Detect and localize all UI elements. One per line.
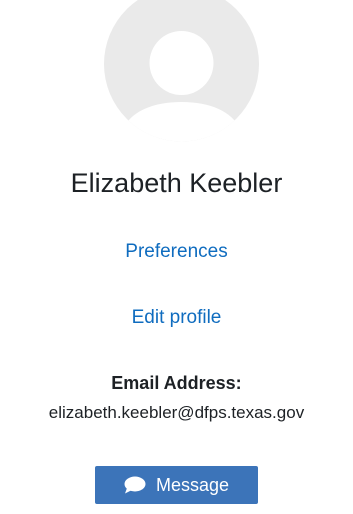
speech-bubble-icon xyxy=(124,476,146,494)
default-user-avatar-icon xyxy=(104,0,259,144)
profile-card: Elizabeth Keebler Preferences Edit profi… xyxy=(0,0,353,514)
email-address-value: elizabeth.keebler@dfps.texas.gov xyxy=(48,403,305,422)
edit-profile-link[interactable]: Edit profile xyxy=(0,306,353,330)
message-button[interactable]: Message xyxy=(95,466,258,504)
profile-full-name: Elizabeth Keebler xyxy=(70,168,283,198)
email-address-label: Email Address: xyxy=(111,373,242,393)
preferences-link[interactable]: Preferences xyxy=(0,240,353,264)
message-button-label: Message xyxy=(155,475,230,495)
